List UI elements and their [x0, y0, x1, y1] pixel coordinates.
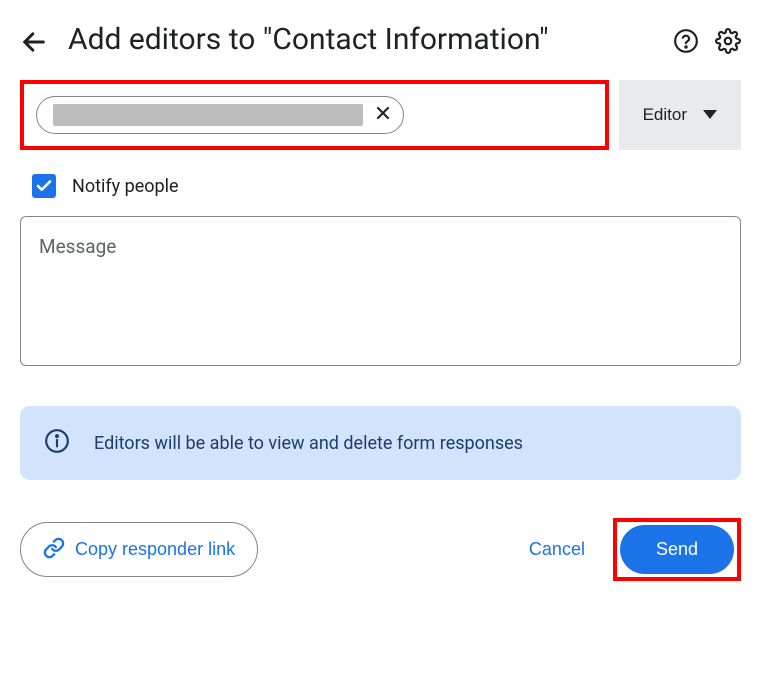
role-dropdown-label: Editor [643, 105, 687, 125]
message-textarea[interactable]: Message [20, 216, 741, 366]
dialog-title: Add editors to "Contact Information" [68, 20, 653, 59]
info-banner-text: Editors will be able to view and delete … [94, 433, 523, 454]
notify-people-checkbox[interactable] [32, 174, 56, 198]
people-input-area[interactable] [20, 80, 609, 150]
message-placeholder: Message [39, 235, 116, 258]
cancel-button[interactable]: Cancel [511, 525, 603, 574]
chip-email-redacted [53, 104, 363, 126]
role-dropdown[interactable]: Editor [619, 80, 741, 150]
remove-chip-icon[interactable] [373, 103, 393, 127]
send-button[interactable]: Send [620, 525, 734, 574]
gear-icon[interactable] [715, 28, 741, 58]
back-arrow-icon[interactable] [20, 28, 48, 60]
person-chip[interactable] [36, 96, 404, 134]
chevron-down-icon [703, 105, 717, 125]
info-icon [44, 428, 70, 458]
copy-link-label: Copy responder link [75, 539, 235, 560]
link-icon [43, 537, 65, 562]
info-banner: Editors will be able to view and delete … [20, 406, 741, 480]
notify-people-label: Notify people [72, 176, 179, 197]
help-icon[interactable] [673, 28, 699, 58]
copy-responder-link-button[interactable]: Copy responder link [20, 522, 258, 577]
